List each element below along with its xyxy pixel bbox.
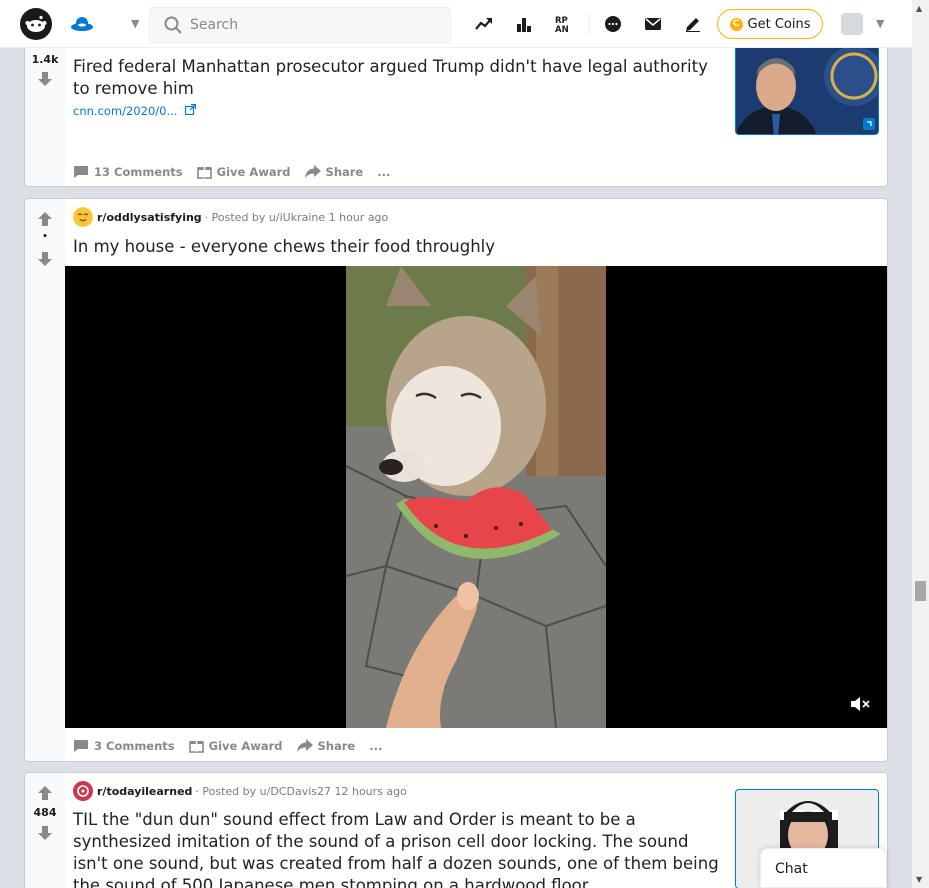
post-actions: 3 Comments Give Award Share ... (73, 738, 396, 753)
header-divider (589, 12, 590, 36)
downvote-arrow-icon[interactable] (37, 251, 53, 267)
subreddit-avatar-icon[interactable] (73, 781, 93, 801)
post-actions: 13 Comments Give Award Share ... (73, 164, 404, 179)
scroll-down-arrow-icon[interactable]: ▼ (916, 875, 922, 884)
share-arrow-icon (304, 165, 321, 178)
share-arrow-icon (296, 739, 313, 752)
link-domain: cnn.com/2020/0... (73, 104, 178, 118)
reddit-logo-icon[interactable] (20, 8, 52, 40)
downvote-arrow-icon[interactable] (37, 71, 53, 87)
chat-label: Chat (775, 861, 808, 877)
top-navigation-bar: ▼ Search RP AN C Get Coins ▼ (0, 0, 912, 48)
popular-feed-icon[interactable] (70, 14, 94, 34)
subreddit-link[interactable]: r/oddlysatisfying (97, 211, 202, 224)
share-button[interactable]: Share (304, 164, 364, 179)
post-meta: r/todayilearned · Posted by u/DCDavis27 … (73, 781, 407, 801)
comment-icon (74, 739, 88, 752)
search-placeholder: Search (190, 17, 239, 33)
scrollbar-thumb[interactable] (915, 581, 926, 601)
share-label: Share (317, 738, 356, 753)
post-title[interactable]: In my house - everyone chews their food … (73, 236, 495, 258)
post-title-line: synthesized imitation of the sound of a … (73, 832, 689, 851)
post-title[interactable]: Fired federal Manhattan prosecutor argue… (73, 56, 708, 100)
post-card[interactable]: • r/oddlysatisfying · Posted by u/iUkrai… (24, 198, 888, 762)
subreddit-link[interactable]: r/todayilearned (97, 785, 192, 798)
posted-by-text: · Posted by u/iUkraine 1 hour ago (204, 210, 389, 224)
downvote-arrow-icon[interactable] (37, 825, 53, 841)
get-coins-label: Get Coins (747, 16, 811, 32)
comments-count: 13 Comments (94, 164, 183, 179)
scroll-up-arrow-icon[interactable]: ▲ (916, 4, 922, 13)
give-award-button[interactable]: Give Award (188, 738, 283, 753)
more-options-button[interactable]: ... (369, 739, 382, 753)
comment-icon (74, 165, 88, 178)
more-options-icon: ... (369, 738, 383, 753)
create-post-pencil-icon[interactable] (683, 14, 703, 34)
page-scrollbar[interactable]: ▲ ▼ (912, 0, 929, 888)
post-meta: r/oddlysatisfying · Posted by u/iUkraine… (73, 207, 388, 227)
leaderboard-icon[interactable] (514, 14, 534, 34)
comments-count: 3 Comments (94, 738, 175, 753)
muted-speaker-icon[interactable] (850, 696, 870, 712)
gift-icon (188, 740, 204, 753)
feed-dropdown-chevron-down-icon[interactable]: ▼ (131, 17, 139, 30)
video-frame-husky-watermelon (346, 266, 606, 728)
post-title-line: to remove him (73, 79, 194, 98)
chat-panel-button[interactable]: Chat (760, 848, 887, 888)
search-input[interactable]: Search (149, 7, 451, 43)
gift-icon (196, 166, 212, 179)
comments-button[interactable]: 13 Comments (73, 165, 183, 179)
rpan-icon[interactable]: RP AN (554, 14, 574, 34)
post-title-line: TIL the "dun dun" sound effect from Law … (73, 810, 636, 829)
give-award-button[interactable]: Give Award (196, 164, 291, 179)
video-player[interactable] (65, 266, 887, 728)
get-coins-button[interactable]: C Get Coins (717, 9, 823, 39)
posted-by-text: · Posted by u/DCDavis27 12 hours ago (195, 784, 407, 798)
mail-icon[interactable] (643, 14, 663, 34)
subreddit-avatar-icon[interactable] (73, 207, 93, 227)
vote-score: • (42, 232, 48, 242)
vote-column: 484 (25, 773, 65, 888)
post-title-line: Fired federal Manhattan prosecutor argue… (73, 57, 708, 76)
external-link-icon (184, 103, 197, 116)
post-thumbnail[interactable] (735, 45, 879, 135)
user-menu-chevron-down-icon[interactable]: ▼ (876, 17, 884, 30)
more-options-button[interactable]: ... (377, 165, 390, 179)
vote-score: 484 (33, 806, 57, 819)
coin-icon: C (729, 17, 743, 31)
external-link[interactable]: cnn.com/2020/0... (73, 103, 197, 118)
give-award-label: Give Award (216, 164, 291, 179)
vote-score: 1.4k (31, 53, 59, 66)
chat-icon[interactable] (603, 14, 623, 34)
upvote-arrow-icon[interactable] (37, 211, 53, 227)
post-title-line: the sound of 500 Japanese men stomping o… (73, 876, 593, 888)
user-avatar[interactable] (841, 13, 863, 35)
post-card[interactable]: 484 r/todayilearned · Posted by u/DCDavi… (24, 772, 888, 888)
vote-column: • (25, 199, 65, 761)
more-options-icon: ... (377, 164, 391, 179)
comments-button[interactable]: 3 Comments (73, 739, 175, 753)
share-label: Share (325, 164, 364, 179)
share-button[interactable]: Share (296, 738, 356, 753)
give-award-label: Give Award (208, 738, 283, 753)
post-title-line: isn't one sound, but was created from ha… (73, 854, 719, 873)
trending-icon[interactable] (474, 14, 494, 34)
post-title[interactable]: TIL the "dun dun" sound effect from Law … (73, 809, 719, 888)
search-icon (164, 16, 182, 34)
svg-text:AN: AN (555, 25, 569, 33)
upvote-arrow-icon[interactable] (37, 785, 53, 801)
